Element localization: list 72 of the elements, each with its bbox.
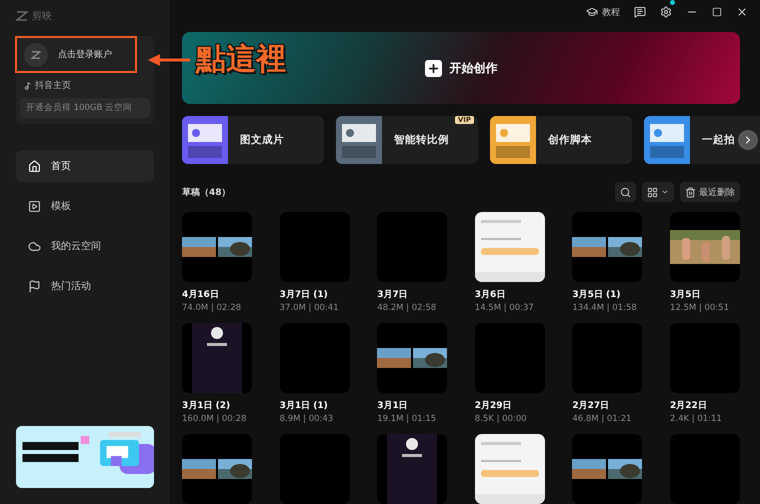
draft-thumbnail[interactable]: [377, 434, 448, 504]
draft-meta: 8.5K | 00:00: [474, 414, 528, 424]
draft-meta: 48.2M | 02:58: [377, 303, 438, 313]
nav-item[interactable]: 热门活动: [16, 270, 154, 302]
draft-thumbnail[interactable]: [377, 323, 448, 393]
flag-icon: [28, 280, 41, 292]
plus-icon: [424, 60, 442, 76]
draft-meta: 8.9M | 00:43: [280, 414, 334, 424]
draft-thumbnail[interactable]: [182, 323, 252, 393]
search-button[interactable]: [615, 182, 636, 202]
draft-thumbnail[interactable]: [474, 212, 545, 282]
draft-meta: 74.0M | 02:28: [182, 303, 242, 313]
arrow-icon: [146, 52, 192, 68]
tutorial-button[interactable]: 教程: [586, 6, 620, 18]
nav-item[interactable]: 首页: [16, 150, 154, 182]
cloud-icon: [28, 240, 41, 252]
trash-icon: [685, 186, 696, 198]
feature-card[interactable]: 一起拍: [644, 116, 760, 164]
draft-date: 3月1日 (1): [280, 400, 329, 412]
douyin-link[interactable]: 抖音主页: [20, 79, 150, 92]
draft-date: 2月27日: [572, 400, 610, 412]
draft-date: 2月29日: [474, 400, 513, 412]
nav-item[interactable]: 我的云空间: [16, 230, 154, 262]
feedback-icon[interactable]: [634, 6, 646, 18]
draft-date: 2月22日: [670, 400, 708, 412]
feature-title: 智能转比例: [394, 133, 449, 147]
view-toggle-button[interactable]: [642, 182, 674, 202]
draft-thumbnail[interactable]: [670, 212, 740, 282]
caret-icon: [661, 188, 669, 196]
nav-item[interactable]: 模板: [16, 190, 154, 222]
draft-thumbnail[interactable]: [182, 212, 252, 282]
feature-card[interactable]: 图文成片: [182, 116, 324, 164]
draft-thumbnail[interactable]: [572, 434, 642, 504]
feature-title: 创作脚本: [548, 133, 592, 147]
login-button[interactable]: 点击登录账户: [15, 36, 137, 73]
draft-meta: 134.4M | 01:58: [572, 303, 638, 313]
drafts-title: 草稿（48）: [182, 186, 231, 198]
recent-deleted-button[interactable]: 最近删除: [680, 182, 740, 202]
draft-thumbnail[interactable]: [474, 434, 545, 504]
draft-date: 3月5日 (1): [572, 288, 622, 301]
draft-meta: 19.1M | 01:15: [377, 414, 438, 424]
draft-meta: 14.5M | 00:37: [474, 303, 535, 313]
search-icon: [620, 186, 631, 198]
home-icon: [28, 160, 41, 172]
grid-icon: [647, 186, 658, 198]
draft-thumbnail[interactable]: [182, 434, 252, 504]
draft-meta: 160.0M | 00:28: [182, 414, 248, 424]
app-name: 剪映: [32, 10, 52, 23]
draft-meta: 37.0M | 00:41: [280, 303, 340, 313]
draft-date: 3月1日: [377, 400, 409, 412]
feature-card[interactable]: 创作脚本: [490, 116, 632, 164]
draft-date: 3月1日 (2): [182, 400, 232, 412]
maximize-icon[interactable]: [712, 7, 722, 17]
play-square-icon: [28, 200, 41, 212]
draft-thumbnail[interactable]: [572, 212, 642, 282]
draft-date: 3月5日: [670, 288, 702, 301]
draft-date: 3月7日: [377, 288, 409, 301]
draft-meta: 12.5M | 00:51: [670, 303, 730, 313]
draft-meta: 46.8M | 01:21: [572, 414, 632, 424]
logo-icon: [16, 11, 28, 21]
avatar-icon: [24, 42, 48, 66]
draft-meta: 2.4K | 01:11: [670, 414, 723, 424]
feature-title: 图文成片: [240, 133, 284, 147]
feature-title: 一起拍: [702, 133, 735, 147]
close-icon[interactable]: [736, 6, 748, 18]
draft-date: 3月7日 (1): [280, 288, 329, 301]
draft-date: 3月6日: [474, 288, 506, 301]
upgrade-button[interactable]: 开通会员得 100GB 云空间: [20, 98, 150, 118]
annotation-text: 點這裡: [196, 42, 286, 78]
music-note-icon: [24, 82, 32, 90]
draft-date: 4月16日: [182, 288, 220, 301]
graduation-cap-icon: [586, 6, 598, 18]
